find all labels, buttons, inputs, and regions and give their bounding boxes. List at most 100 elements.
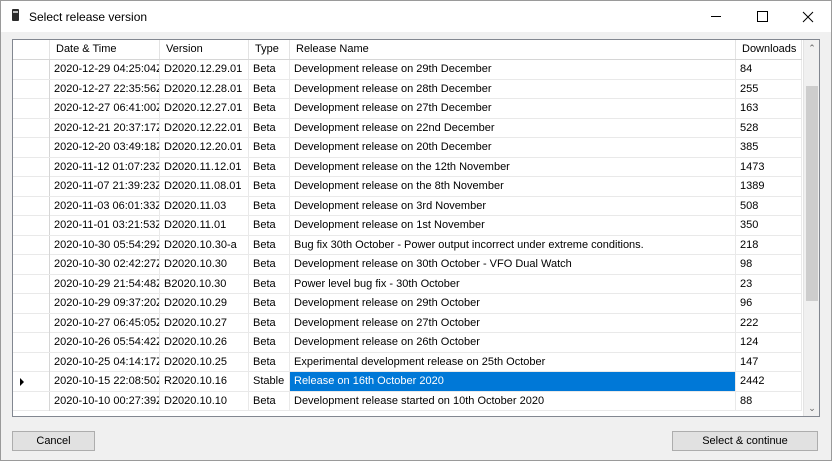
table-row[interactable]: 2020-10-15 22:08:50Z R2020.10.16 Stable Rel… bbox=[13, 372, 802, 392]
cancel-button[interactable]: Cancel bbox=[12, 431, 95, 451]
cell-version[interactable]: B2020.10.30 bbox=[160, 274, 249, 294]
cell-date[interactable]: 2020-10-25 04:14:17Z bbox=[50, 352, 160, 372]
cell-downloads[interactable]: 163 bbox=[736, 99, 802, 118]
cell-release-name[interactable]: Development release on 27th October bbox=[290, 313, 736, 333]
cell-downloads[interactable]: 88 bbox=[736, 391, 802, 411]
cell-version[interactable]: D2020.10.30-a bbox=[160, 235, 249, 255]
cell-downloads[interactable]: 218 bbox=[736, 235, 802, 255]
row-header[interactable] bbox=[13, 118, 50, 138]
cell-date[interactable]: 2020-10-27 06:45:05Z bbox=[50, 313, 160, 333]
cell-type[interactable]: Beta bbox=[249, 352, 290, 372]
cell-type[interactable]: Beta bbox=[249, 99, 290, 118]
cell-date[interactable]: 2020-11-12 01:07:23Z bbox=[50, 157, 160, 177]
cell-version[interactable]: D2020.10.30 bbox=[160, 255, 249, 274]
cell-type[interactable]: Beta bbox=[249, 157, 290, 177]
table-row[interactable]: 2020-12-21 20:37:17Z D2020.12.22.01 Beta De… bbox=[13, 118, 802, 138]
cell-type[interactable]: Beta bbox=[249, 235, 290, 255]
column-header-release-name[interactable]: Release Name bbox=[290, 40, 736, 59]
row-header[interactable] bbox=[13, 235, 50, 255]
scroll-up-icon[interactable]: ⌃ bbox=[804, 40, 819, 56]
table-row[interactable]: 2020-10-29 21:54:48Z B2020.10.30 Beta Power… bbox=[13, 274, 802, 294]
cell-release-name[interactable]: Development release on 20th December bbox=[290, 138, 736, 157]
close-button[interactable] bbox=[785, 1, 831, 32]
cell-release-name[interactable]: Development release on 29th December bbox=[290, 60, 736, 79]
scrollbar-thumb[interactable] bbox=[806, 86, 818, 301]
column-header-date[interactable]: Date & Time bbox=[50, 40, 160, 59]
table-row[interactable]: 2020-10-29 09:37:20Z D2020.10.29 Beta Devel… bbox=[13, 294, 802, 314]
cell-downloads[interactable]: 2442 bbox=[736, 372, 802, 391]
table-row[interactable]: 2020-10-30 02:42:27Z D2020.10.30 Beta Devel… bbox=[13, 255, 802, 275]
cell-version[interactable]: D2020.12.22.01 bbox=[160, 118, 249, 138]
scroll-down-icon[interactable]: ⌄ bbox=[804, 400, 819, 416]
cell-date[interactable]: 2020-10-26 05:54:42Z bbox=[50, 333, 160, 352]
cell-date[interactable]: 2020-12-21 20:37:17Z bbox=[50, 118, 160, 138]
cell-downloads[interactable]: 84 bbox=[736, 60, 802, 79]
cell-type[interactable]: Beta bbox=[249, 60, 290, 79]
row-header[interactable] bbox=[13, 79, 50, 99]
cell-release-name[interactable]: Development release started on 10th Octo… bbox=[290, 391, 736, 411]
table-row[interactable]: 2020-10-10 00:27:39Z D2020.10.10 Beta Devel… bbox=[13, 391, 802, 411]
cell-release-name[interactable]: Development release on 22nd December bbox=[290, 118, 736, 138]
cell-date[interactable]: 2020-12-27 06:41:00Z bbox=[50, 99, 160, 118]
table-row[interactable]: 2020-12-20 03:49:18Z D2020.12.20.01 Beta De… bbox=[13, 138, 802, 158]
column-header-downloads[interactable]: Downloads bbox=[736, 40, 802, 59]
cell-release-name[interactable]: Development release on 28th December bbox=[290, 79, 736, 99]
table-row[interactable]: 2020-11-12 01:07:23Z D2020.11.12.01 Beta De… bbox=[13, 157, 802, 177]
cell-version[interactable]: D2020.10.29 bbox=[160, 294, 249, 313]
row-header[interactable] bbox=[13, 313, 50, 333]
cell-downloads[interactable]: 528 bbox=[736, 118, 802, 138]
table-row[interactable]: 2020-10-26 05:54:42Z D2020.10.26 Beta Devel… bbox=[13, 333, 802, 353]
table-row[interactable]: 2020-12-27 06:41:00Z D2020.12.27.01 Beta De… bbox=[13, 99, 802, 119]
cell-downloads[interactable]: 255 bbox=[736, 79, 802, 99]
cell-date[interactable]: 2020-11-01 03:21:53Z bbox=[50, 216, 160, 235]
row-header[interactable] bbox=[13, 294, 50, 313]
row-header[interactable] bbox=[13, 157, 50, 177]
cell-version[interactable]: D2020.10.26 bbox=[160, 333, 249, 352]
cell-version[interactable]: D2020.11.12.01 bbox=[160, 157, 249, 177]
cell-release-name[interactable]: Development release on 30th October - VF… bbox=[290, 255, 736, 274]
cell-downloads[interactable]: 222 bbox=[736, 313, 802, 333]
cell-version[interactable]: D2020.11.03 bbox=[160, 196, 249, 216]
row-header[interactable] bbox=[13, 255, 50, 274]
minimize-button[interactable] bbox=[693, 1, 739, 32]
row-header[interactable] bbox=[13, 274, 50, 294]
cell-downloads[interactable]: 23 bbox=[736, 274, 802, 294]
row-header[interactable] bbox=[13, 391, 50, 411]
cell-date[interactable]: 2020-11-07 21:39:23Z bbox=[50, 177, 160, 196]
table-row[interactable]: 2020-11-07 21:39:23Z D2020.11.08.01 Beta De… bbox=[13, 177, 802, 197]
row-header[interactable] bbox=[13, 99, 50, 118]
cell-downloads[interactable]: 96 bbox=[736, 294, 802, 313]
column-header-type[interactable]: Type bbox=[249, 40, 290, 59]
cell-version[interactable]: D2020.12.28.01 bbox=[160, 79, 249, 99]
row-header[interactable] bbox=[13, 196, 50, 216]
cell-type[interactable]: Beta bbox=[249, 196, 290, 216]
cell-version[interactable]: D2020.10.27 bbox=[160, 313, 249, 333]
cell-version[interactable]: D2020.10.10 bbox=[160, 391, 249, 411]
cell-date[interactable]: 2020-10-10 00:27:39Z bbox=[50, 391, 160, 411]
cell-type[interactable]: Beta bbox=[249, 138, 290, 157]
cell-date[interactable]: 2020-12-29 04:25:04Z bbox=[50, 60, 160, 79]
release-grid[interactable]: Date & Time Version Type Release Name Do… bbox=[12, 39, 820, 417]
cell-date[interactable]: 2020-10-30 05:54:29Z bbox=[50, 235, 160, 255]
table-row[interactable]: 2020-12-29 04:25:04Z D2020.12.29.01 Beta De… bbox=[13, 60, 802, 80]
cell-date[interactable]: 2020-10-30 02:42:27Z bbox=[50, 255, 160, 274]
cell-release-name[interactable]: Development release on the 12th November bbox=[290, 157, 736, 177]
cell-downloads[interactable]: 1473 bbox=[736, 157, 802, 177]
cell-downloads[interactable]: 147 bbox=[736, 352, 802, 372]
cell-version[interactable]: R2020.10.16 bbox=[160, 372, 249, 391]
cell-release-name[interactable]: Power level bug fix - 30th October bbox=[290, 274, 736, 294]
cell-type[interactable]: Beta bbox=[249, 333, 290, 352]
vertical-scrollbar[interactable]: ⌃ ⌄ bbox=[803, 40, 819, 416]
cell-type[interactable]: Beta bbox=[249, 274, 290, 294]
cell-release-name[interactable]: Development release on 26th October bbox=[290, 333, 736, 352]
cell-version[interactable]: D2020.10.25 bbox=[160, 352, 249, 372]
cell-date[interactable]: 2020-12-27 22:35:56Z bbox=[50, 79, 160, 99]
row-header[interactable] bbox=[13, 216, 50, 235]
cell-date[interactable]: 2020-10-29 09:37:20Z bbox=[50, 294, 160, 313]
cell-release-name[interactable]: Development release on 3rd November bbox=[290, 196, 736, 216]
cell-version[interactable]: D2020.11.01 bbox=[160, 216, 249, 235]
cell-release-name[interactable]: Development release on 27th December bbox=[290, 99, 736, 118]
cell-type[interactable]: Beta bbox=[249, 79, 290, 99]
cell-version[interactable]: D2020.12.20.01 bbox=[160, 138, 249, 157]
cell-version[interactable]: D2020.11.08.01 bbox=[160, 177, 249, 196]
